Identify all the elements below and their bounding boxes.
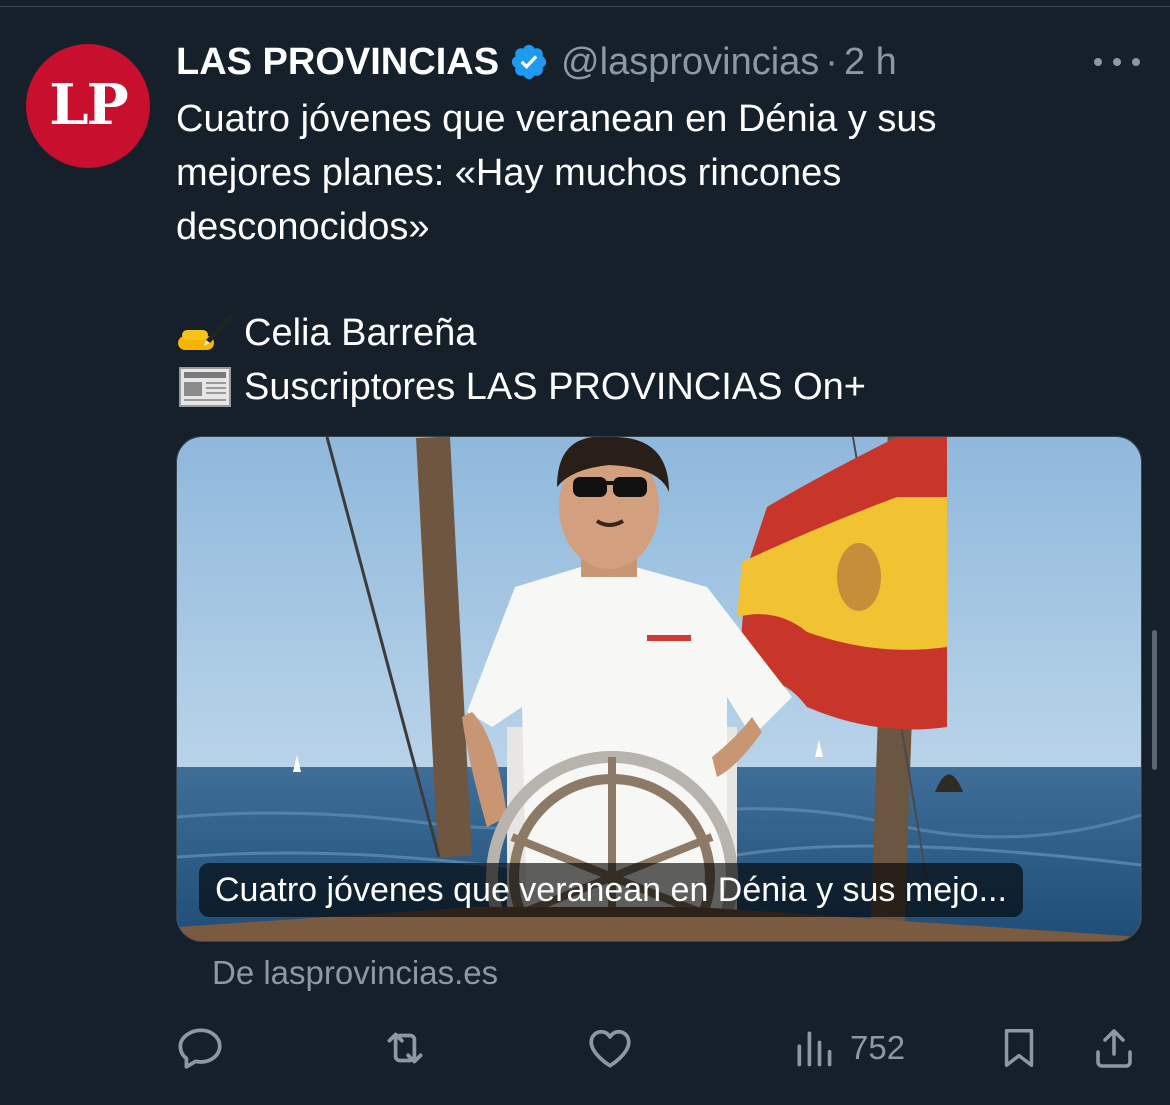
display-name[interactable]: LAS PROVINCIAS xyxy=(176,41,499,84)
verified-badge-icon[interactable] xyxy=(509,42,549,82)
timestamp[interactable]: 2 h xyxy=(844,41,897,84)
subscriber-text: Suscriptores LAS PROVINCIAS On+ xyxy=(244,366,866,408)
tweet-actions-bar: 752 xyxy=(176,1018,1146,1078)
reply-button[interactable] xyxy=(176,1018,226,1078)
subscriber-line: Suscriptores LAS PROVINCIAS On+ xyxy=(176,360,866,414)
newspaper-icon xyxy=(179,367,231,407)
card-caption: Cuatro jóvenes que veranean en Dénia y s… xyxy=(199,863,1023,917)
retweet-button[interactable] xyxy=(378,1018,432,1078)
link-card[interactable]: Cuatro jóvenes que veranean en Dénia y s… xyxy=(176,436,1142,942)
author-line: Celia Barreña xyxy=(176,306,866,360)
like-button[interactable] xyxy=(584,1018,636,1078)
bookmark-button[interactable] xyxy=(996,1018,1042,1078)
writing-hand-icon xyxy=(178,314,233,350)
user-handle[interactable]: @lasprovincias xyxy=(561,41,819,84)
avatar[interactable]: LP xyxy=(26,44,150,168)
separator-dot: · xyxy=(825,40,838,83)
scrollbar-thumb[interactable] xyxy=(1152,630,1157,770)
views-button[interactable]: 752 xyxy=(792,1018,905,1078)
tweet-text-line: desconocidos» xyxy=(176,206,430,248)
top-divider xyxy=(0,0,1170,7)
tweet-text-line: Cuatro jóvenes que veranean en Dénia y s… xyxy=(176,98,937,140)
card-source-domain[interactable]: De lasprovincias.es xyxy=(212,954,498,992)
views-count: 752 xyxy=(850,1029,906,1066)
reply-icon xyxy=(178,1028,222,1069)
avatar-logo-text: LP xyxy=(49,72,128,138)
retweet-icon xyxy=(387,1032,423,1064)
more-options-icon[interactable] xyxy=(1094,46,1140,78)
tweet-header: LAS PROVINCIAS @lasprovincias · 2 h xyxy=(176,38,897,86)
heart-icon xyxy=(589,1029,631,1068)
bookmark-icon xyxy=(1004,1029,1034,1067)
tweet-text: Cuatro jóvenes que veranean en Dénia y s… xyxy=(176,92,1136,254)
views-chart-icon xyxy=(797,1031,832,1067)
share-button[interactable] xyxy=(1090,1018,1138,1078)
share-icon xyxy=(1096,1029,1132,1068)
author-name: Celia Barreña xyxy=(244,312,477,354)
tweet-signature: Celia Barreña Suscriptores LAS PROVINCIA… xyxy=(176,306,866,414)
tweet-text-line: mejores planes: «Hay muchos rincones xyxy=(176,152,842,194)
